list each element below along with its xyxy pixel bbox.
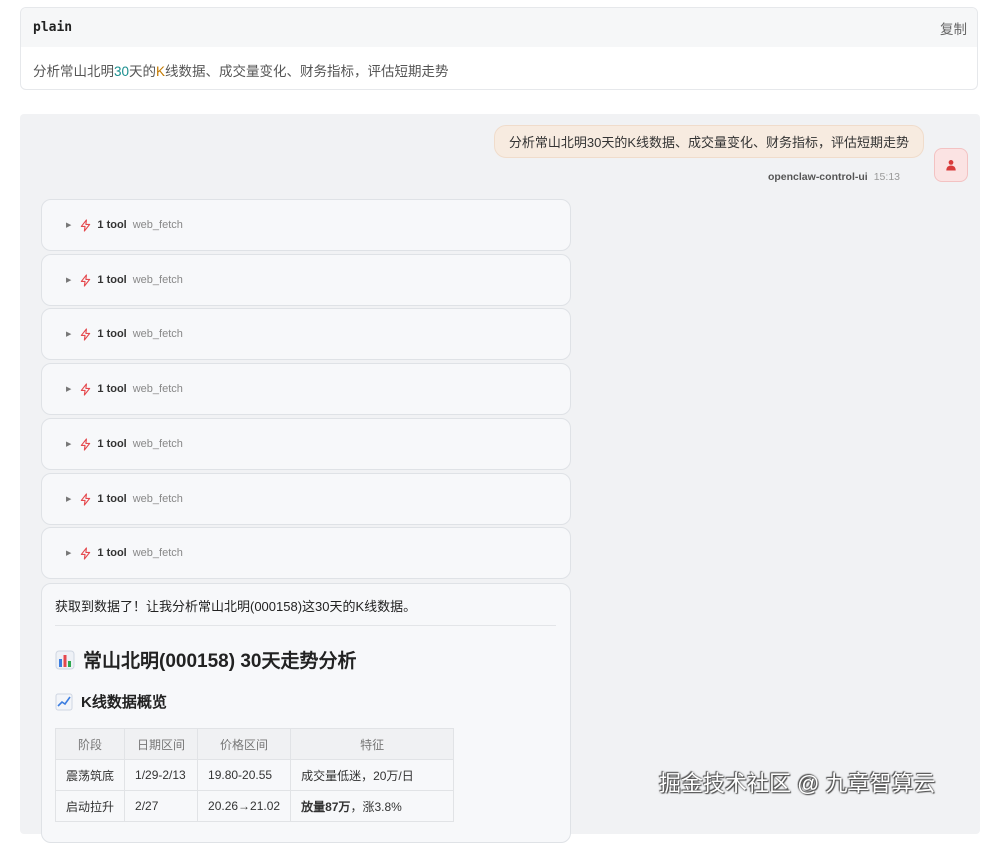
tool-call-card[interactable]: ▶ 1 tool web_fetch — [41, 363, 571, 415]
tool-count-label: 1 tool — [97, 328, 127, 340]
reply-intro-text: 获取到数据了！让我分析常山北明(000158)这30天的K线数据。 — [55, 596, 556, 626]
chat-panel: 分析常山北明30天的K线数据、成交量变化、财务指标，评估短期走势 opencla… — [20, 114, 980, 843]
assistant-reply-card: 获取到数据了！让我分析常山北明(000158)这30天的K线数据。 常山北明(0… — [41, 583, 571, 843]
lightning-icon — [81, 546, 91, 560]
lightning-icon — [81, 218, 91, 232]
table-header: 特征 — [290, 728, 455, 760]
table-cell: 放量87万，涨3.8% — [290, 790, 455, 822]
table-cell: 启动拉升 — [54, 790, 126, 822]
lightning-icon — [81, 382, 91, 396]
tool-count-label: 1 tool — [97, 493, 127, 505]
expand-caret-icon: ▶ — [66, 550, 72, 557]
tool-call-card[interactable]: ▶ 1 tool web_fetch — [41, 418, 571, 470]
tool-name-label: web_fetch — [132, 493, 183, 505]
tool-name-label: web_fetch — [132, 274, 183, 286]
user-avatar[interactable] — [934, 148, 968, 182]
code-content: 分析常山北明30天的K线数据、成交量变化、财务指标，评估短期走势 — [21, 47, 977, 89]
lightning-icon — [81, 492, 91, 506]
code-block-header: plain 复制 — [21, 8, 977, 47]
table-row: 震荡筑底 1/29-2/13 19.80-20.55 成交量低迷，20万/日 — [54, 759, 455, 791]
user-message-bubble: 分析常山北明30天的K线数据、成交量变化、财务指标，评估短期走势 — [493, 125, 924, 158]
expand-caret-icon: ▶ — [66, 386, 72, 393]
tool-call-card[interactable]: ▶ 1 tool web_fetch — [41, 254, 571, 306]
tool-call-card[interactable]: ▶ 1 tool web_fetch — [41, 308, 571, 360]
table-cell: 震荡筑底 — [54, 759, 126, 791]
message-sender: openclaw-control-ui — [767, 171, 868, 183]
expand-caret-icon: ▶ — [66, 441, 72, 448]
table-cell: 20.26→21.02 — [197, 790, 292, 822]
tool-name-label: web_fetch — [132, 219, 183, 231]
code-text-part: 分析常山北明 — [33, 64, 114, 79]
table-header-row: 阶段 日期区间 价格区间 特征 — [54, 728, 455, 760]
table-header: 日期区间 — [124, 728, 199, 760]
tool-name-label: web_fetch — [132, 547, 183, 559]
expand-caret-icon: ▶ — [66, 222, 72, 229]
tool-count-label: 1 tool — [97, 547, 127, 559]
lightning-icon — [81, 437, 91, 451]
code-text-number: 30 — [114, 64, 130, 79]
tool-call-card[interactable]: ▶ 1 tool web_fetch — [41, 527, 571, 579]
trend-up-chart-icon — [55, 693, 73, 711]
code-text-part: 天的 — [129, 64, 157, 79]
code-block: plain 复制 分析常山北明30天的K线数据、成交量变化、财务指标，评估短期走… — [20, 7, 978, 90]
tool-call-card[interactable]: ▶ 1 tool web_fetch — [41, 473, 571, 525]
analysis-heading-text: 常山北明(000158) 30天走势分析 — [83, 651, 357, 672]
expand-caret-icon: ▶ — [66, 277, 72, 284]
table-cell: 2/27 — [124, 790, 199, 822]
analysis-heading: 常山北明(000158) 30天走势分析 — [55, 646, 556, 673]
table-header: 价格区间 — [197, 728, 292, 760]
user-message-meta: openclaw-control-ui 15:13 — [768, 171, 900, 183]
tool-call-card[interactable]: ▶ 1 tool web_fetch — [41, 199, 571, 251]
bar-chart-icon — [55, 650, 75, 670]
expand-caret-icon: ▶ — [66, 496, 72, 503]
user-message-text: 分析常山北明30天的K线数据、成交量变化、财务指标，评估短期走势 — [508, 135, 909, 150]
kline-table: 阶段 日期区间 价格区间 特征 震荡筑底 1/29-2/13 19.80-20.… — [54, 728, 455, 822]
tool-name-label: web_fetch — [132, 438, 183, 450]
message-time: 15:13 — [873, 171, 900, 183]
lightning-icon — [81, 273, 91, 287]
lightning-icon — [81, 327, 91, 341]
tool-count-label: 1 tool — [97, 274, 127, 286]
tool-count-label: 1 tool — [97, 383, 127, 395]
code-language-label: plain — [33, 20, 73, 35]
copy-button[interactable]: 复制 — [940, 18, 967, 38]
tool-count-label: 1 tool — [97, 219, 127, 231]
code-text-part: 线数据、成交量变化、财务指标，评估短期走势 — [165, 64, 449, 79]
tool-name-label: web_fetch — [132, 383, 183, 395]
user-icon — [946, 160, 956, 171]
table-row: 启动拉升 2/27 20.26→21.02 放量87万，涨3.8% — [54, 790, 455, 822]
kline-overview-heading-text: K线数据概览 — [81, 694, 167, 711]
tool-name-label: web_fetch — [132, 328, 183, 340]
tool-count-label: 1 tool — [97, 438, 127, 450]
table-cell: 19.80-20.55 — [197, 759, 292, 791]
expand-caret-icon: ▶ — [66, 331, 72, 338]
table-header: 阶段 — [54, 728, 126, 760]
table-cell: 1/29-2/13 — [124, 759, 199, 791]
watermark: 掘金技术社区 @ 九章智算云 — [659, 771, 936, 796]
table-cell: 成交量低迷，20万/日 — [290, 759, 455, 791]
feature-bold-text: 放量87万 — [301, 799, 351, 814]
feature-text: 成交量低迷，20万/日 — [301, 768, 414, 783]
kline-overview-heading: K线数据概览 — [55, 691, 556, 712]
code-text-k: K — [156, 64, 166, 79]
feature-text: ，涨3.8% — [350, 799, 402, 814]
